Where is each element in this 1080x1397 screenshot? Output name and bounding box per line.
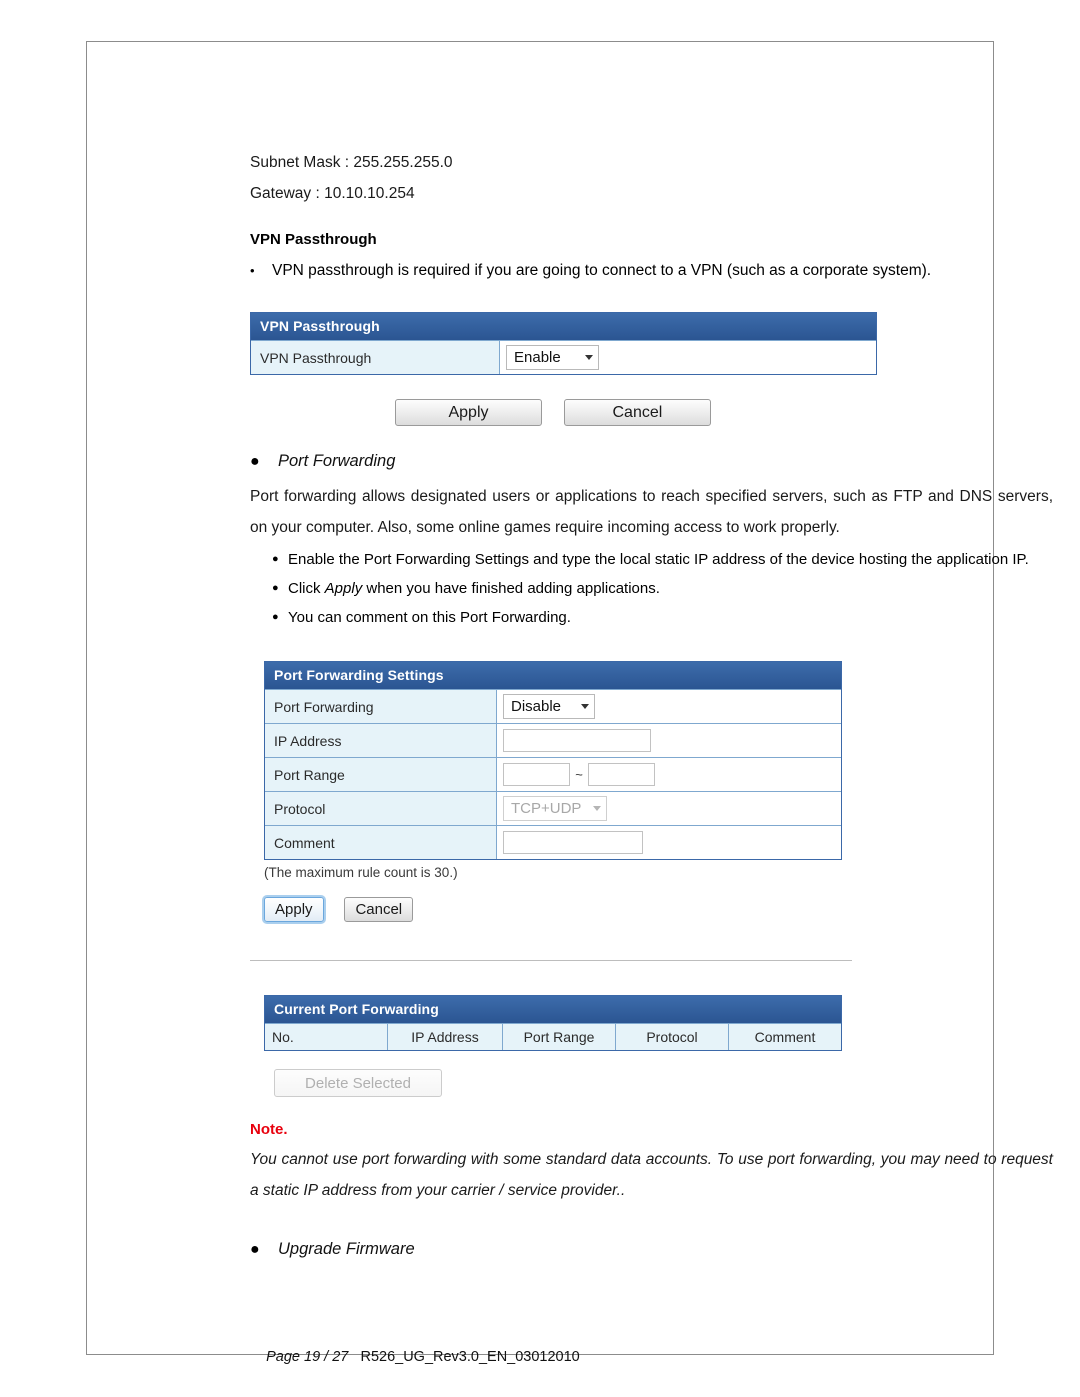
bullet-dot-icon: •	[250, 263, 255, 278]
note-body: You cannot use port forwarding with some…	[250, 1151, 1053, 1199]
gateway-line: Gateway : 10.10.10.254	[250, 185, 415, 202]
list-item: ● Enable the Port Forwarding Settings an…	[272, 545, 1055, 574]
port-forwarding-row: Port Forwarding Disable	[265, 689, 841, 723]
current-port-forwarding-table-header: No. IP Address Port Range Protocol Comme…	[265, 1023, 841, 1050]
max-rule-count-note: (The maximum rule count is 30.)	[264, 865, 458, 880]
section-bullet-icon: ●	[250, 1240, 260, 1258]
subnet-mask-line: Subnet Mask : 255.255.255.0	[250, 154, 453, 171]
port-range-end-input[interactable]	[588, 763, 655, 786]
port-forwarding-panel-header: Port Forwarding Settings	[265, 662, 841, 689]
vpn-panel-header: VPN Passthrough	[251, 313, 876, 340]
chevron-down-icon	[581, 704, 589, 709]
section-divider	[250, 960, 852, 961]
list-item: ● You can comment on this Port Forwardin…	[272, 603, 1055, 632]
column-header-protocol: Protocol	[616, 1024, 729, 1050]
row-label-port-range: Port Range	[265, 758, 497, 791]
delete-selected-button[interactable]: Delete Selected	[274, 1069, 442, 1097]
vpn-passthrough-bullet: • VPN passthrough is required if you are…	[250, 257, 1055, 285]
vpn-cancel-button[interactable]: Cancel	[563, 399, 711, 426]
list-item: ● Click Apply when you have finished add…	[272, 574, 1055, 603]
current-port-forwarding-panel: Current Port Forwarding No. IP Address P…	[264, 995, 842, 1051]
protocol-select-value: TCP+UDP	[511, 800, 582, 817]
page-footer: Page 19 / 27 R526_UG_Rev3.0_EN_03012010	[250, 1333, 580, 1381]
vpn-row-label: VPN Passthrough	[251, 341, 500, 374]
vpn-button-bar: Apply Cancel	[250, 399, 1055, 426]
port-range-row: Port Range ~	[265, 757, 841, 791]
column-header-no: No.	[265, 1024, 388, 1050]
chevron-down-icon	[593, 806, 601, 811]
port-forwarding-button-bar: Apply Cancel	[264, 897, 1055, 922]
port-range-start-input[interactable]	[503, 763, 570, 786]
comment-input[interactable]	[503, 831, 643, 854]
bullet-dot-icon: ●	[272, 582, 279, 594]
bullet-2-prefix: Click	[288, 580, 325, 597]
row-label-comment: Comment	[265, 826, 497, 859]
ip-address-input[interactable]	[503, 729, 651, 752]
row-value-ip-address	[497, 724, 841, 757]
row-value-port-forwarding: Disable	[497, 690, 841, 723]
port-forwarding-cancel-button[interactable]: Cancel	[344, 897, 414, 922]
port-forwarding-settings-panel: Port Forwarding Settings Port Forwarding…	[264, 661, 842, 860]
bullet-2-suffix: when you have finished adding applicatio…	[362, 580, 660, 597]
port-forwarding-bullet-list: ● Enable the Port Forwarding Settings an…	[272, 545, 1055, 632]
vpn-passthrough-bullet-text: VPN passthrough is required if you are g…	[272, 262, 932, 279]
port-forwarding-bullet-3: You can comment on this Port Forwarding.	[288, 609, 571, 626]
page-content: Subnet Mask : 255.255.255.0 Gateway : 10…	[250, 147, 1055, 1269]
comment-row: Comment	[265, 825, 841, 859]
port-forwarding-paragraph: Port forwarding allows designated users …	[250, 488, 1053, 536]
section-bullet-icon: ●	[250, 452, 260, 470]
upgrade-firmware-section-heading: ● Upgrade Firmware	[250, 1240, 1055, 1259]
port-forwarding-bullet-2: Click Apply when you have finished addin…	[288, 574, 1055, 603]
port-forwarding-bullet-1: Enable the Port Forwarding Settings and …	[288, 551, 1029, 568]
bullet-dot-icon: ●	[272, 553, 279, 565]
vpn-apply-button[interactable]: Apply	[395, 399, 542, 426]
upgrade-firmware-section-title: Upgrade Firmware	[278, 1240, 415, 1258]
row-label-port-forwarding: Port Forwarding	[265, 690, 497, 723]
port-range-separator: ~	[575, 767, 583, 782]
column-header-ip-address: IP Address	[388, 1024, 503, 1050]
vpn-row-value-cell: Enable	[500, 341, 876, 374]
port-forwarding-select[interactable]: Disable	[503, 694, 595, 719]
row-value-port-range: ~	[497, 758, 841, 791]
vpn-passthrough-heading: VPN Passthrough	[250, 231, 377, 248]
current-port-forwarding-header: Current Port Forwarding	[265, 996, 841, 1023]
port-forwarding-select-value: Disable	[511, 698, 562, 715]
row-value-comment	[497, 826, 841, 859]
page-frame: Subnet Mask : 255.255.255.0 Gateway : 10…	[86, 41, 1053, 1365]
vpn-passthrough-select[interactable]: Enable	[506, 345, 599, 370]
port-forwarding-section-heading: ● Port Forwarding	[250, 452, 1055, 471]
column-header-port-range: Port Range	[503, 1024, 616, 1050]
row-value-protocol: TCP+UDP	[497, 792, 841, 825]
port-forwarding-apply-button[interactable]: Apply	[264, 897, 324, 922]
bullet-2-apply-emphasis: Apply	[324, 580, 363, 597]
footer-document-id: R526_UG_Rev3.0_EN_03012010	[360, 1349, 580, 1365]
port-forwarding-section-title: Port Forwarding	[278, 452, 396, 470]
row-label-protocol: Protocol	[265, 792, 497, 825]
bullet-dot-icon: ●	[272, 611, 279, 623]
note-title: Note.	[250, 1121, 288, 1138]
vpn-panel-row: VPN Passthrough Enable	[251, 340, 876, 374]
vpn-passthrough-panel: VPN Passthrough VPN Passthrough Enable	[250, 312, 877, 375]
protocol-select[interactable]: TCP+UDP	[503, 796, 607, 821]
row-label-ip-address: IP Address	[265, 724, 497, 757]
column-header-comment: Comment	[729, 1024, 841, 1050]
vpn-select-value: Enable	[514, 349, 561, 366]
delete-selected-bar: Delete Selected	[274, 1069, 1055, 1097]
chevron-down-icon	[585, 355, 593, 360]
ip-address-row: IP Address	[265, 723, 841, 757]
protocol-row: Protocol TCP+UDP	[265, 791, 841, 825]
footer-page-number: Page 19 / 27	[266, 1349, 349, 1365]
